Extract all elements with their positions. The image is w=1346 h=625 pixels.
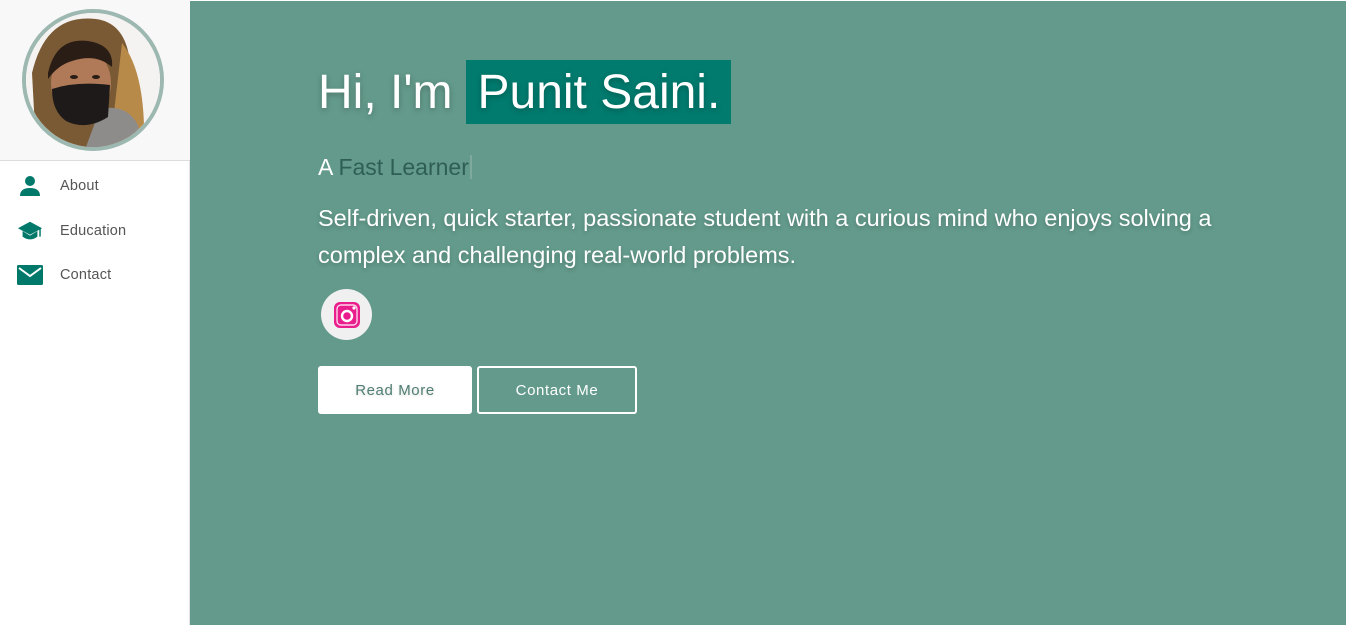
- profile-header: [0, 0, 190, 161]
- mail-icon: [17, 262, 43, 288]
- sidebar: About Education Contact: [0, 0, 190, 625]
- hero-subtitle: A Fast Learner: [318, 154, 472, 181]
- person-icon: [17, 173, 43, 199]
- sidebar-item-label: Contact: [60, 267, 112, 284]
- instagram-icon: [333, 301, 360, 328]
- contact-me-button[interactable]: Contact Me: [477, 366, 637, 414]
- hero-name: Punit Saini.: [466, 60, 732, 124]
- typing-cursor: [469, 155, 472, 179]
- avatar: [22, 9, 164, 151]
- sidebar-item-about[interactable]: About: [0, 164, 190, 209]
- hero-section: Hi, I'm Punit Saini. A Fast Learner Self…: [190, 1, 1346, 625]
- typed-text: Fast Learner: [338, 154, 469, 180]
- sidebar-item-label: Education: [60, 222, 127, 239]
- hero-description: Self-driven, quick starter, passionate s…: [318, 205, 1212, 268]
- instagram-link[interactable]: [321, 289, 372, 340]
- sidebar-item-contact[interactable]: Contact: [0, 253, 190, 298]
- sidebar-nav: About Education Contact: [0, 164, 190, 298]
- sidebar-item-label: About: [60, 178, 99, 195]
- avatar-photo: [26, 13, 160, 147]
- hero-title: Hi, I'm Punit Saini.: [318, 59, 732, 125]
- hero-greeting: Hi, I'm: [318, 65, 453, 119]
- read-more-button[interactable]: Read More: [318, 366, 472, 414]
- subtitle-prefix: A: [318, 154, 333, 180]
- page: About Education Contact Hi, I'm Punit Sa…: [0, 0, 1346, 625]
- sidebar-item-education[interactable]: Education: [0, 209, 190, 254]
- graduation-cap-icon: [17, 218, 43, 244]
